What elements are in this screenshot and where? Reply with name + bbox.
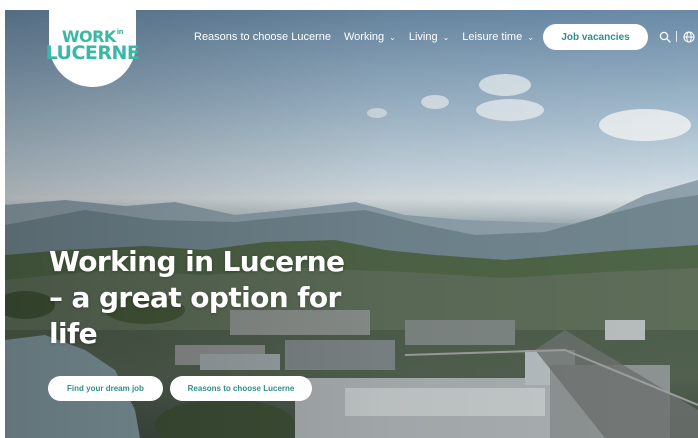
find-dream-job-button[interactable]: Find your dream job [48,376,163,401]
chevron-down-icon: ⌄ [527,32,534,42]
headline-line-3: life [49,317,98,350]
nav-item-label: Living [408,31,438,43]
chevron-down-icon: ⌄ [389,32,396,42]
chevron-down-icon: ⌄ [442,32,450,42]
logo-in: in [116,27,124,36]
nav-item-leisure-time[interactable]: Leisure time ⌄ [462,31,534,43]
nav-item-working[interactable]: Working ⌄ [344,31,396,43]
reasons-to-choose-button[interactable]: Reasons to choose Lucerne [170,376,312,401]
job-vacancies-button[interactable]: Job vacancies [543,24,648,50]
nav-item-living[interactable]: Living ⌄ [409,31,449,43]
header-divider [676,31,677,42]
nav-item-reasons[interactable]: Reasons to choose Lucerne [194,31,331,43]
hero-headline: Working in Lucerne – a great option for … [49,244,349,352]
globe-icon[interactable] [683,31,695,43]
nav-item-label: Reasons to choose Lucerne [194,31,331,43]
work-in-lucerne-logo[interactable]: WORKin LUCERNE [46,0,140,87]
search-icon[interactable] [659,31,671,43]
headline-line-1: Working in Lucerne [49,245,345,278]
nav-item-label: Working [343,31,385,43]
nav-item-label: Leisure time [462,31,523,43]
headline-line-2: – a great option for [49,281,341,314]
main-navigation: Reasons to choose Lucerne Working ⌄ Livi… [194,31,547,43]
logo-line-lucerne: LUCERNE [45,42,140,65]
